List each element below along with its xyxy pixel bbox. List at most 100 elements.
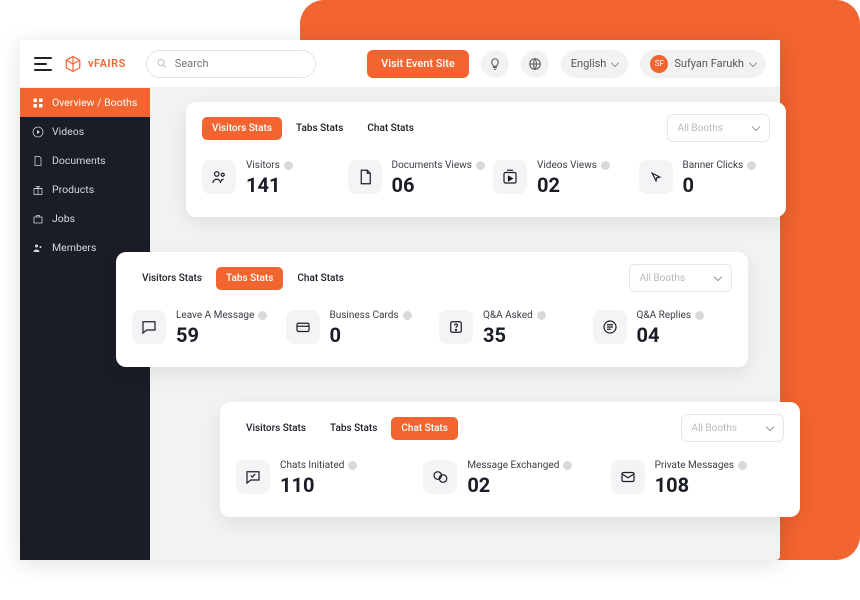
video-icon xyxy=(493,160,527,194)
search-input[interactable] xyxy=(146,50,316,78)
cube-icon xyxy=(64,55,82,73)
info-icon[interactable] xyxy=(258,311,267,320)
message-icon xyxy=(132,310,166,344)
tab-tabs-stats[interactable]: Tabs Stats xyxy=(216,267,283,290)
play-icon xyxy=(32,126,44,138)
tab-visitors-stats[interactable]: Visitors Stats xyxy=(202,117,282,140)
stat-label: Q&A Asked xyxy=(483,310,533,321)
booth-filter-dropdown[interactable]: All Booths xyxy=(681,414,784,442)
info-icon[interactable] xyxy=(537,311,546,320)
document-icon xyxy=(32,155,44,167)
stat-banner-clicks: Banner Clicks 0 xyxy=(639,160,771,197)
sidebar-item-videos[interactable]: Videos xyxy=(20,117,150,146)
app-window: vFAIRS Visit Event Site English SF Sufya… xyxy=(20,40,780,560)
stat-label: Videos Views xyxy=(537,160,597,171)
tab-chat-stats[interactable]: Chat Stats xyxy=(287,267,354,290)
card-icon xyxy=(286,310,320,344)
mail-icon xyxy=(611,460,645,494)
sidebar-item-label: Documents xyxy=(52,154,106,167)
tab-tabs-stats[interactable]: Tabs Stats xyxy=(320,417,387,440)
info-icon[interactable] xyxy=(563,461,572,470)
stat-label: Q&A Replies xyxy=(637,310,692,321)
tab-chat-stats[interactable]: Chat Stats xyxy=(357,117,424,140)
stat-qa-asked: Q&A Asked 35 xyxy=(439,310,579,347)
sidebar-item-products[interactable]: Products xyxy=(20,175,150,204)
tab-chat-stats[interactable]: Chat Stats xyxy=(391,417,458,440)
info-icon[interactable] xyxy=(284,161,293,170)
stat-label: Message Exchanged xyxy=(467,460,559,471)
booth-filter-label: All Booths xyxy=(678,123,723,134)
stat-value: 35 xyxy=(483,323,546,347)
stat-value: 59 xyxy=(176,323,267,347)
stat-chats-initiated: Chats Initiated 110 xyxy=(236,460,409,497)
info-icon[interactable] xyxy=(601,161,610,170)
click-icon xyxy=(639,160,673,194)
stat-video-views: Videos Views 02 xyxy=(493,160,625,197)
booth-filter-dropdown[interactable]: All Booths xyxy=(629,264,732,292)
stat-label: Chats Initiated xyxy=(280,460,344,471)
stat-visitors: Visitors 141 xyxy=(202,160,334,197)
search-box[interactable] xyxy=(146,50,316,78)
stat-private-messages: Private Messages 108 xyxy=(611,460,784,497)
stat-label: Banner Clicks xyxy=(683,160,744,171)
grid-icon xyxy=(32,97,44,109)
sidebar-item-label: Overview / Booths xyxy=(52,96,137,109)
sidebar-item-overview[interactable]: Overview / Booths xyxy=(20,88,150,117)
booth-filter-label: All Booths xyxy=(692,423,737,434)
stat-leave-message: Leave A Message 59 xyxy=(132,310,272,347)
visitors-stats-card: Visitors Stats Tabs Stats Chat Stats All… xyxy=(186,102,786,217)
hamburger-icon[interactable] xyxy=(34,57,52,71)
sidebar-item-label: Members xyxy=(52,241,96,254)
info-icon[interactable] xyxy=(695,311,704,320)
sidebar-item-jobs[interactable]: Jobs xyxy=(20,204,150,233)
globe-icon[interactable] xyxy=(521,50,549,78)
info-icon[interactable] xyxy=(738,461,747,470)
info-icon[interactable] xyxy=(747,161,756,170)
reply-icon xyxy=(593,310,627,344)
brand-logo[interactable]: vFAIRS xyxy=(64,55,126,73)
stat-value: 06 xyxy=(392,173,485,197)
user-name-label: Sufyan Farukh xyxy=(674,57,744,70)
tab-visitors-stats[interactable]: Visitors Stats xyxy=(236,417,316,440)
visit-event-site-button[interactable]: Visit Event Site xyxy=(367,50,469,78)
stat-business-cards: Business Cards 0 xyxy=(286,310,426,347)
sidebar-item-documents[interactable]: Documents xyxy=(20,146,150,175)
card-tabs: Visitors Stats Tabs Stats Chat Stats xyxy=(132,267,354,290)
lightbulb-icon[interactable] xyxy=(481,50,509,78)
chevron-down-icon xyxy=(714,273,722,281)
chat-bubbles-icon xyxy=(423,460,457,494)
sidebar-item-label: Videos xyxy=(52,125,84,138)
stat-value: 04 xyxy=(637,323,705,347)
tab-tabs-stats[interactable]: Tabs Stats xyxy=(286,117,353,140)
document-icon xyxy=(348,160,382,194)
user-menu[interactable]: SF Sufyan Farukh xyxy=(640,50,766,78)
info-icon[interactable] xyxy=(348,461,357,470)
question-icon xyxy=(439,310,473,344)
stat-value: 110 xyxy=(280,473,357,497)
stat-messages-exchanged: Message Exchanged 02 xyxy=(423,460,596,497)
top-bar: vFAIRS Visit Event Site English SF Sufya… xyxy=(20,40,780,88)
card-tabs: Visitors Stats Tabs Stats Chat Stats xyxy=(202,117,424,140)
main-content: Visitors Stats Tabs Stats Chat Stats All… xyxy=(150,88,780,560)
sidebar-item-label: Jobs xyxy=(52,212,75,225)
search-icon xyxy=(156,54,168,73)
chevron-down-icon xyxy=(752,123,760,131)
members-icon xyxy=(32,242,44,254)
info-icon[interactable] xyxy=(476,161,485,170)
stat-label: Visitors xyxy=(246,160,280,171)
briefcase-icon xyxy=(32,213,44,225)
chat-check-icon xyxy=(236,460,270,494)
info-icon[interactable] xyxy=(403,311,412,320)
tab-visitors-stats[interactable]: Visitors Stats xyxy=(132,267,212,290)
card-tabs: Visitors Stats Tabs Stats Chat Stats xyxy=(236,417,458,440)
stat-value: 108 xyxy=(655,473,747,497)
stat-label: Leave A Message xyxy=(176,310,254,321)
stat-label: Documents Views xyxy=(392,160,472,171)
stat-label: Business Cards xyxy=(330,310,399,321)
stat-document-views: Documents Views 06 xyxy=(348,160,480,197)
booth-filter-dropdown[interactable]: All Booths xyxy=(667,114,770,142)
avatar: SF xyxy=(650,55,668,73)
language-label: English xyxy=(571,57,607,70)
stat-qa-replies: Q&A Replies 04 xyxy=(593,310,733,347)
language-selector[interactable]: English xyxy=(561,50,629,78)
